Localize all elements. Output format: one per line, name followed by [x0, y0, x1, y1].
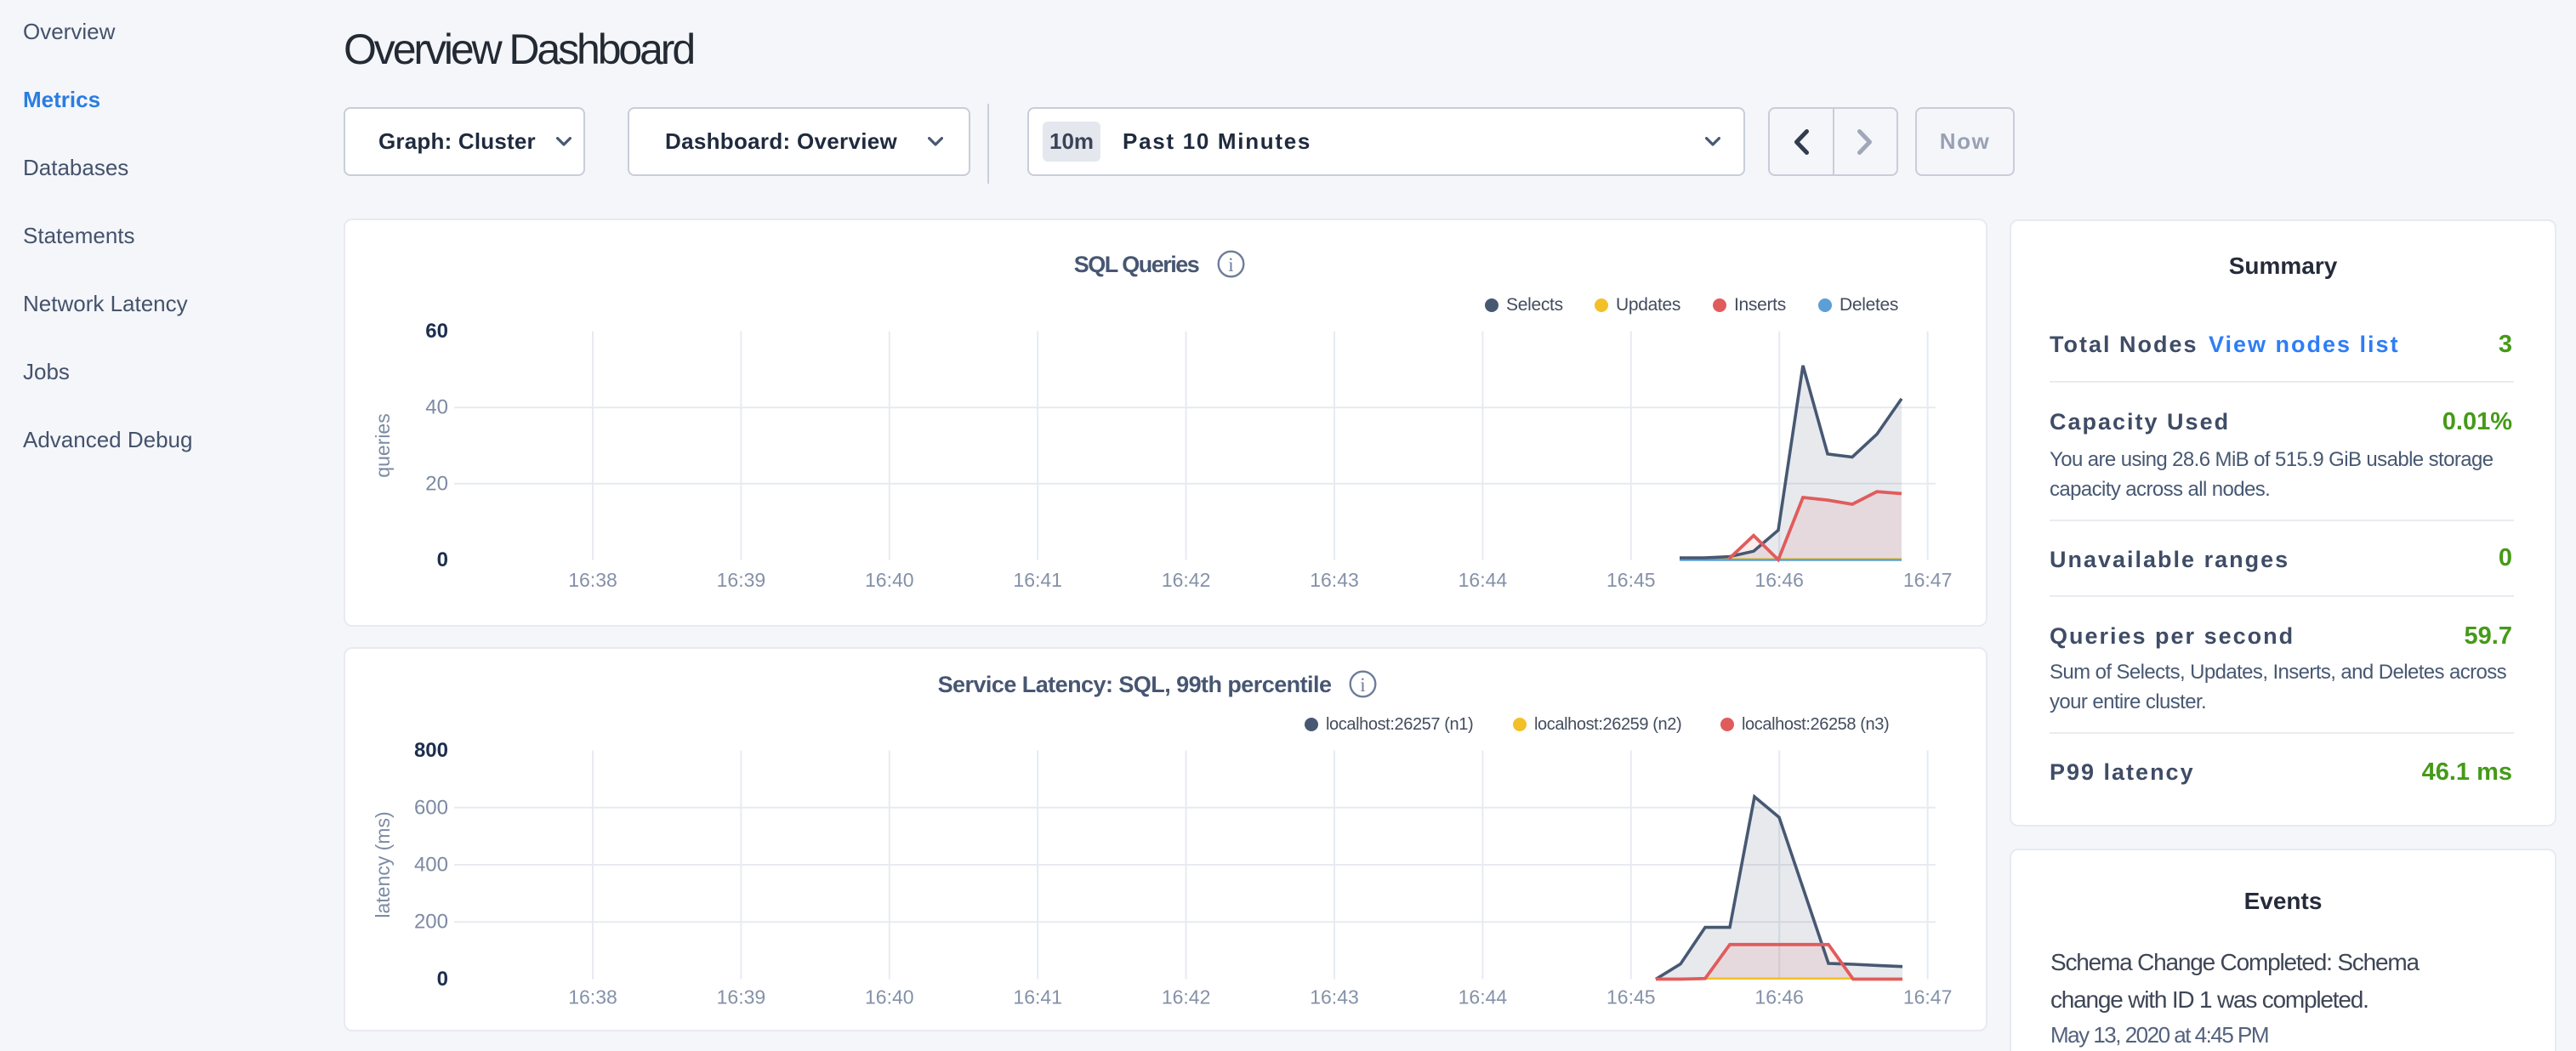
svg-text:i: i [1360, 674, 1365, 696]
svg-text:0: 0 [437, 548, 448, 571]
svg-text:i: i [1228, 254, 1233, 276]
svg-text:16:45: 16:45 [1606, 569, 1656, 591]
svg-text:400: 400 [414, 854, 448, 877]
svg-text:200: 200 [414, 911, 448, 934]
svg-text:16:43: 16:43 [1310, 986, 1359, 1008]
svg-text:16:40: 16:40 [865, 569, 914, 591]
svg-text:queries: queries [372, 413, 394, 477]
svg-text:16:39: 16:39 [717, 569, 766, 591]
svg-text:16:44: 16:44 [1459, 986, 1508, 1008]
svg-text:16:45: 16:45 [1606, 986, 1656, 1008]
svg-text:16:39: 16:39 [717, 986, 766, 1008]
svg-text:16:42: 16:42 [1162, 986, 1211, 1008]
svg-text:800: 800 [414, 739, 448, 762]
svg-text:16:43: 16:43 [1310, 569, 1359, 591]
svg-text:40: 40 [425, 396, 448, 419]
svg-text:16:42: 16:42 [1162, 569, 1211, 591]
svg-text:16:47: 16:47 [1903, 986, 1953, 1008]
svg-text:16:38: 16:38 [568, 569, 617, 591]
svg-text:60: 60 [425, 320, 448, 343]
svg-text:16:41: 16:41 [1013, 986, 1062, 1008]
svg-text:16:41: 16:41 [1013, 569, 1062, 591]
svg-text:16:46: 16:46 [1754, 569, 1804, 591]
svg-text:16:46: 16:46 [1754, 986, 1804, 1008]
svg-text:16:47: 16:47 [1903, 569, 1953, 591]
svg-text:16:38: 16:38 [568, 986, 617, 1008]
svg-text:20: 20 [425, 472, 448, 495]
svg-text:16:40: 16:40 [865, 986, 914, 1008]
svg-text:0: 0 [437, 968, 448, 991]
svg-text:600: 600 [414, 796, 448, 819]
svg-text:latency (ms): latency (ms) [372, 811, 394, 917]
svg-text:16:44: 16:44 [1459, 569, 1508, 591]
